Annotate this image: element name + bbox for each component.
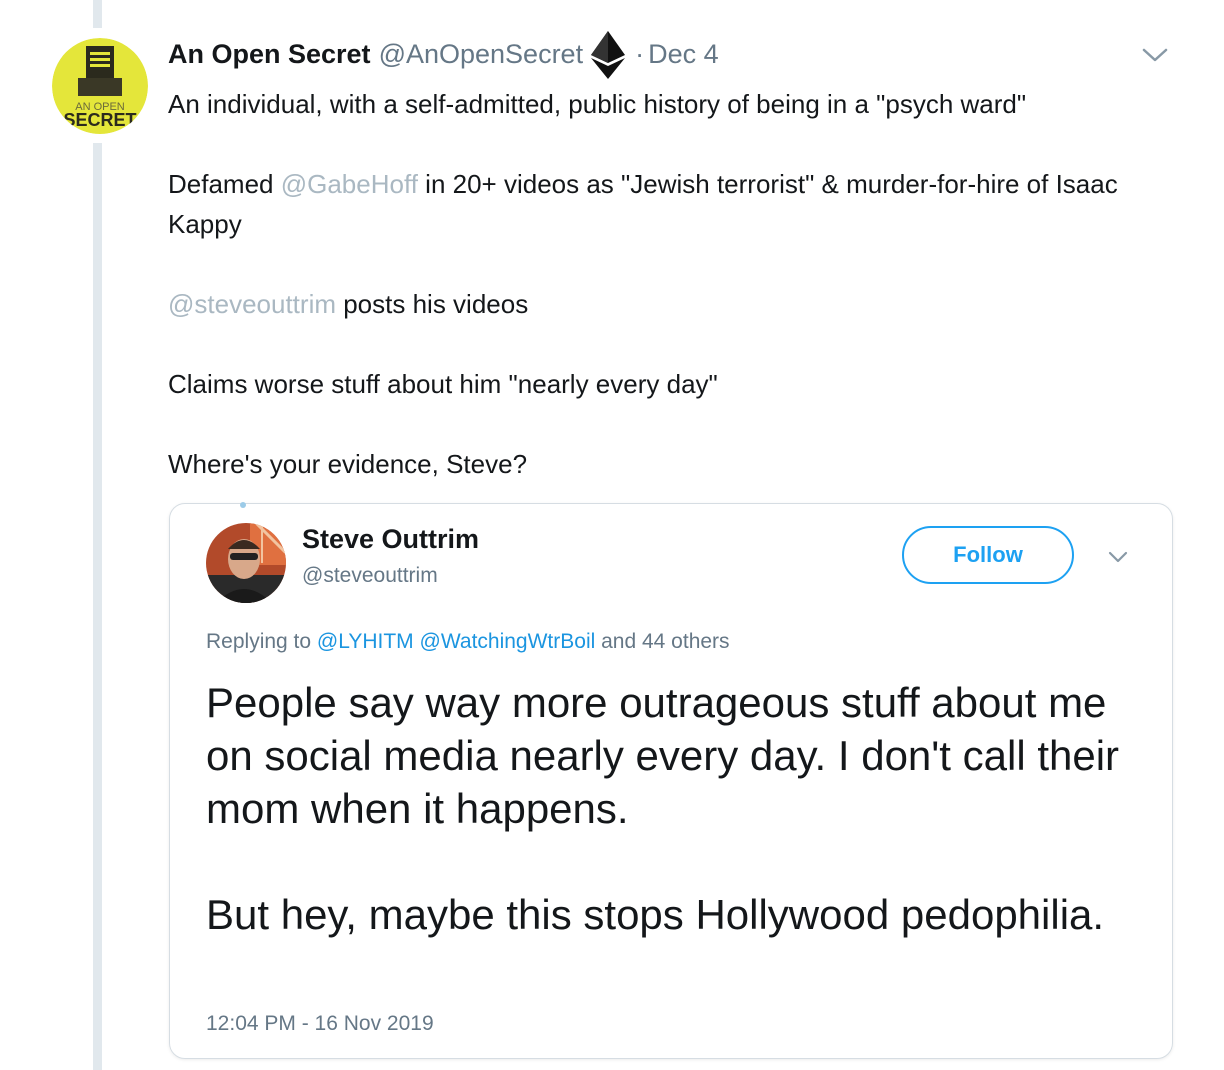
quoted-paragraph: But hey, maybe this stops Hollywood pedo… <box>206 891 1105 938</box>
avatar-logo-bottom: SECRET <box>63 110 136 130</box>
thread-line <box>93 143 102 1070</box>
separator: · <box>635 38 645 69</box>
thread-line-top <box>93 0 102 28</box>
display-name[interactable]: An Open Secret <box>168 39 371 70</box>
quote-connector-dot <box>240 502 246 508</box>
tweet-line: Defamed @GabeHoff in 20+ videos as "Jewi… <box>168 164 1168 244</box>
tweet-line-text: Defamed <box>168 169 281 199</box>
tweet-line: Claims worse stuff about him "nearly eve… <box>168 369 718 399</box>
tweet-line: Where's your evidence, Steve? <box>168 449 528 479</box>
quoted-avatar[interactable] <box>206 523 286 603</box>
mention-link[interactable]: @LYHITM <box>317 630 414 653</box>
quoted-timestamp[interactable]: 12:04 PM - 16 Nov 2019 <box>206 1012 434 1036</box>
tweet-date[interactable]: Dec 4 <box>648 39 719 70</box>
chevron-down-icon[interactable] <box>1106 548 1130 566</box>
tweet-header: An Open Secret @AnOpenSecret · Dec 4 <box>168 30 719 79</box>
mention-link[interactable]: @steveouttrim <box>168 289 336 319</box>
replying-suffix[interactable]: and 44 others <box>595 630 729 653</box>
user-handle[interactable]: @AnOpenSecret <box>379 39 584 70</box>
chevron-down-icon[interactable] <box>1140 42 1170 66</box>
quoted-tweet-text: People say way more outrageous stuff abo… <box>206 676 1136 994</box>
quoted-paragraph: People say way more outrageous stuff abo… <box>206 679 1120 832</box>
replying-prefix: Replying to <box>206 630 317 653</box>
quoted-tweet-card[interactable]: Steve Outtrim @steveouttrim Follow Reply… <box>169 503 1173 1059</box>
follow-button[interactable]: Follow <box>902 526 1074 584</box>
tweet-line: @steveouttrim posts his videos <box>168 284 1168 324</box>
mention-link[interactable]: @GabeHoff <box>281 169 418 199</box>
avatar[interactable]: AN OPEN SECRET <box>52 38 148 134</box>
tweet-text: An individual, with a self-admitted, pub… <box>168 84 1168 524</box>
quoted-display-name[interactable]: Steve Outtrim <box>302 524 479 555</box>
replying-to: Replying to @LYHITM @WatchingWtrBoil and… <box>206 630 730 654</box>
tweet-line-text: posts his videos <box>336 289 529 319</box>
tweet-line: An individual, with a self-admitted, pub… <box>168 89 1027 119</box>
mention-link[interactable]: @WatchingWtrBoil <box>420 630 596 653</box>
quoted-user-handle[interactable]: @steveouttrim <box>302 564 438 588</box>
ethereum-diamond-icon <box>591 30 626 86</box>
